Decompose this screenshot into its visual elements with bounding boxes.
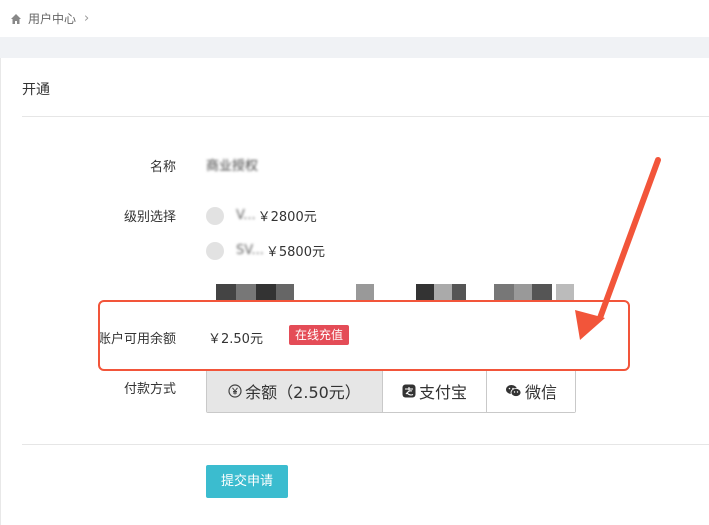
wechat-icon xyxy=(505,385,522,397)
chevron-right-icon: › xyxy=(84,11,90,26)
level-label: 级别选择 xyxy=(123,210,176,225)
panel-title: 开通 xyxy=(22,82,50,98)
radio-button[interactable] xyxy=(206,241,224,260)
pay-option-balance[interactable]: 余额（2.50元） xyxy=(207,370,383,412)
level-name-masked: SV... xyxy=(236,243,264,258)
payment-method-group: 余额（2.50元） 支付宝 微信 xyxy=(206,369,576,413)
open-panel: 开通 名称 商业授权 级别选择 V... ￥2800元 SV... ￥5800元… xyxy=(0,58,709,525)
annotation-highlight-box xyxy=(98,300,630,371)
home-icon[interactable] xyxy=(10,13,22,25)
name-value: 商业授权 xyxy=(206,159,259,174)
breadcrumb-user-center[interactable]: 用户中心 xyxy=(28,10,76,27)
payment-method-label: 付款方式 xyxy=(123,382,176,397)
level-option-1[interactable]: V... ￥2800元 xyxy=(206,206,317,225)
level-price: ￥2800元 xyxy=(257,210,317,225)
pay-option-label: 微信 xyxy=(524,383,557,402)
alipay-icon xyxy=(402,384,416,398)
name-label: 名称 xyxy=(149,160,176,175)
yen-circle-icon xyxy=(228,384,242,398)
level-option-2[interactable]: SV... ￥5800元 xyxy=(206,241,325,260)
pay-option-wechat[interactable]: 微信 xyxy=(487,370,575,412)
divider xyxy=(22,444,709,445)
pay-option-label: 余额（2.50元） xyxy=(245,383,361,402)
divider xyxy=(22,116,709,117)
level-name-masked: V... xyxy=(236,208,256,223)
pay-option-alipay[interactable]: 支付宝 xyxy=(383,370,487,412)
radio-button[interactable] xyxy=(206,206,224,225)
breadcrumb: 用户中心 › xyxy=(0,0,709,37)
submit-button[interactable]: 提交申请 xyxy=(206,465,288,498)
pay-option-label: 支付宝 xyxy=(418,383,467,402)
level-price: ￥5800元 xyxy=(265,245,325,260)
